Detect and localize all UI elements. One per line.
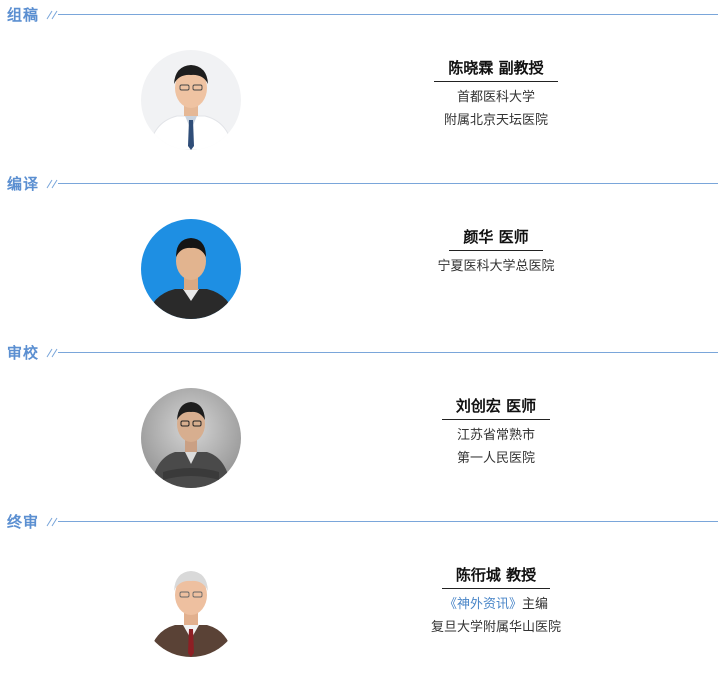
avatar: [141, 557, 241, 657]
avatar: [141, 388, 241, 488]
double-slash-icon: [46, 517, 58, 527]
person-name: 刘创宏 医师: [441, 396, 551, 420]
person-card: 陈晓霖 副教授 首都医科大学 附属北京天坛医院: [411, 58, 581, 132]
journal-role: 主编: [522, 597, 549, 612]
person-card: 颜华 医师 宁夏医科大学总医院: [411, 227, 581, 278]
double-slash-icon: [46, 348, 58, 358]
section-header: 组稿: [0, 0, 720, 26]
divider-line: [58, 352, 718, 353]
affiliation-line: 宁夏医科大学总医院: [437, 259, 555, 274]
affiliation-line: 复旦大学附属华山医院: [430, 620, 561, 635]
section-reviewer: 审校 刘创宏 医师 江苏省常熟市 第一人民医院: [0, 338, 720, 507]
divider-line: [58, 521, 718, 522]
section-final-review: 终审 陈衎城 教授 《神外资讯》主编 复旦大学附属华山医院: [0, 507, 720, 676]
section-header: 终审: [0, 507, 720, 533]
avatar: [141, 219, 241, 319]
section-header: 审校: [0, 338, 720, 364]
section-title: 组稿: [7, 6, 40, 24]
double-slash-icon: [46, 179, 58, 189]
section-title: 审校: [7, 344, 40, 362]
affiliation-line: 第一人民医院: [456, 451, 535, 466]
affiliation-line: 附属北京天坛医院: [443, 113, 548, 128]
divider-line: [58, 14, 718, 15]
person-name: 颜华 医师: [449, 227, 543, 251]
journal-role-line: 《神外资讯》主编: [411, 593, 581, 616]
section-translator: 编译 颜华 医师 宁夏医科大学总医院: [0, 169, 720, 338]
section-header: 编译: [0, 169, 720, 195]
section-title: 终审: [7, 513, 40, 531]
person-card: 陈衎城 教授 《神外资讯》主编 复旦大学附属华山医院: [411, 565, 581, 639]
section-title: 编译: [7, 175, 40, 193]
journal-name: 《神外资讯》: [443, 597, 522, 612]
person-name: 陈晓霖 副教授: [434, 58, 558, 82]
affiliation-line: 江苏省常熟市: [456, 428, 535, 443]
affiliation-line: 首都医科大学: [456, 90, 535, 105]
divider-line: [58, 183, 718, 184]
avatar: [141, 50, 241, 150]
double-slash-icon: [46, 10, 58, 20]
person-name: 陈衎城 教授: [441, 565, 551, 589]
section-organizer: 组稿 陈晓霖 副教授 首都医科大学 附属北京天坛医院: [0, 0, 720, 169]
person-card: 刘创宏 医师 江苏省常熟市 第一人民医院: [411, 396, 581, 470]
